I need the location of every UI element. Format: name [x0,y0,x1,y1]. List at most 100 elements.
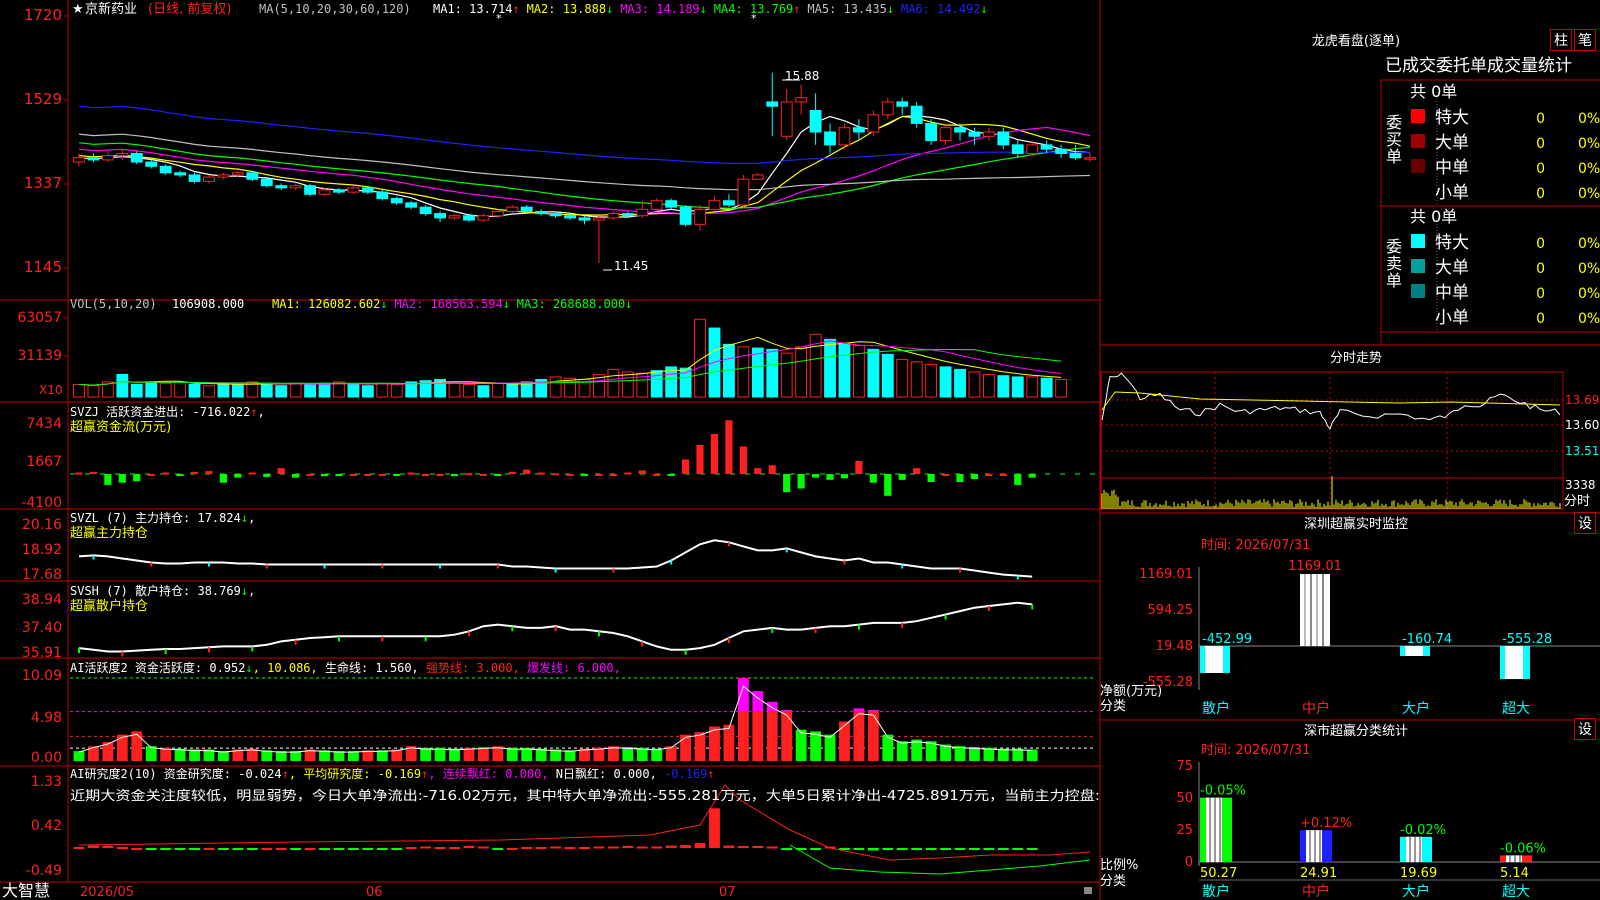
ai-research-pane[interactable]: AI研究度2(10) 资金研究度: -0.024↑, 平均研究度: -0.169… [26,766,1100,879]
ai-activity-bar [867,711,879,761]
candle[interactable] [650,198,663,212]
candle[interactable] [203,174,215,184]
candle[interactable] [910,101,923,128]
ai-activity-bar [449,748,460,761]
candle-body [723,200,735,206]
main-holding-pane[interactable]: SVZL (7) 主力持仓: 17.824↓, 超赢主力持仓 20.16 18.9… [22,510,1033,583]
ai-research-bar [492,848,504,850]
candlesticks[interactable]: * * [73,12,1096,271]
fund-flow-bar [190,471,199,474]
candle[interactable] [289,183,302,190]
candle[interactable] [881,97,894,120]
candle[interactable] [607,211,620,221]
candle[interactable] [780,89,793,141]
bar-mode-button[interactable]: 柱 [1550,29,1572,51]
ai-research-bar [694,843,706,848]
intraday-panel[interactable]: 分时走势 13.69 13.60 13.51 3338 分时 [1100,350,1599,510]
ma-legend-4: MA4: 13.769↑ [714,2,801,16]
candle[interactable] [419,205,432,216]
candle[interactable] [679,205,692,227]
candle[interactable] [390,196,403,206]
volume-bar [159,382,172,398]
candle[interactable] [333,187,345,195]
candle[interactable] [217,172,230,180]
candle[interactable] [723,194,735,208]
volume-bar [838,342,851,398]
candle[interactable] [174,170,187,178]
candle[interactable] [867,110,880,137]
fund-flow-bar [1014,474,1022,485]
volume-pane[interactable]: VOL(5,10,20) 106908.000 MA1: 126082.602↓… [17,297,1068,398]
candle[interactable] [939,123,952,145]
candle[interactable] [578,215,591,225]
volume-bar [766,348,779,398]
candle[interactable] [708,196,721,212]
ai-research-bar [954,848,966,850]
candle[interactable] [954,123,966,141]
candle[interactable] [1084,153,1096,163]
candle[interactable] [896,97,909,115]
candle[interactable] [448,213,461,221]
candle[interactable] [824,123,836,154]
fund-flow-bar [797,474,805,489]
tick-mode-button[interactable]: 笔 [1574,29,1596,51]
candle[interactable] [737,174,750,208]
ai-activity-pane[interactable]: AI活跃度2 资金活跃度: 0.952↓, 10.086, 生命线: 1.560… [22,660,1095,766]
candle[interactable] [766,72,779,137]
volume-bar [491,382,504,398]
candle[interactable] [101,151,114,163]
retail-holding-pane[interactable]: SVSH (7) 散户持仓: 38.769↓, 超赢散户持仓 38.94 37.4… [22,583,1034,661]
ai-research-bar [867,848,879,851]
candle[interactable] [665,198,678,210]
candle[interactable] [145,159,158,169]
monitor-settings-button[interactable]: 设 [1574,512,1596,534]
fund-flow-pane[interactable]: SVZJ 活跃资金进出: -716.022↑, 超赢资金流(万元) 7434 16… [21,404,1095,511]
candle[interactable] [188,172,201,184]
candle[interactable] [751,172,764,180]
bar-stripe [1319,830,1321,862]
candle[interactable] [87,153,100,163]
candle[interactable] [347,185,360,195]
candle-body [289,185,302,189]
ma-line-5 [78,115,1091,218]
lock-icon[interactable] [1084,887,1092,894]
candle[interactable] [1011,140,1024,158]
candle[interactable] [1055,144,1068,158]
volume-bar [954,368,966,398]
bar-stripe [1209,797,1211,862]
candle[interactable] [809,93,822,145]
candle-body [679,206,692,225]
ai-research-bar [160,848,172,850]
buy-row-count-1: 0 [1536,136,1545,152]
ai-activity-bar [564,750,576,761]
fund-flow-bar [234,474,242,478]
candle[interactable] [506,205,519,214]
buy-row-swatch-0 [1411,109,1425,123]
volume-bar [477,385,490,398]
candle[interactable] [535,209,548,216]
candle[interactable] [795,84,808,115]
buy-row-count-3: 0 [1536,186,1545,202]
price-ytick-2: 1337 [24,174,62,192]
candle[interactable] [997,127,1010,150]
classify-title: 深市超赢分类统计 [1304,723,1408,739]
candle[interactable] [838,123,851,150]
candle[interactable] [275,183,288,190]
classify-settings-button[interactable]: 设 [1574,718,1596,740]
candle[interactable] [130,151,143,165]
price-pane[interactable]: * * ★ 京新药业 (日线, 前复权) MA(5,10,20,30,60,120… [24,1,1096,276]
candle[interactable] [405,200,418,210]
candle[interactable] [159,164,172,175]
candle[interactable] [304,183,317,197]
classify-bar-1: +0.12% [1300,816,1352,862]
candle-body [188,174,201,182]
candle[interactable] [593,215,605,263]
candle[interactable] [477,213,490,223]
candle[interactable] [982,127,995,141]
ai-research-bar [983,848,995,850]
candle[interactable] [694,205,706,231]
candle[interactable] [116,149,129,160]
candle[interactable] [434,211,446,223]
period-label[interactable]: (日线, 前复权) [148,1,231,17]
candle[interactable] [925,119,938,145]
